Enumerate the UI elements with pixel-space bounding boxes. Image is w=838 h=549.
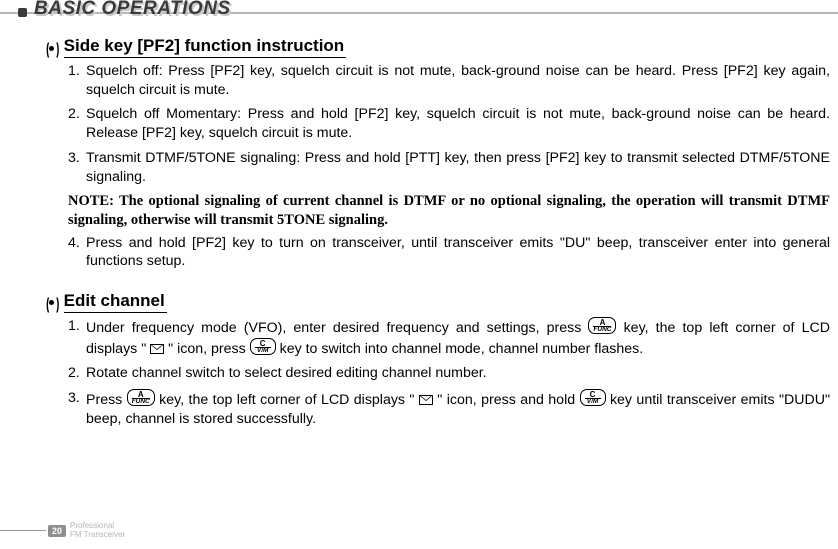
list-item: 4.Press and hold [PF2] key to turn on tr…: [68, 234, 830, 271]
envelope-icon: [419, 395, 433, 405]
section2-list: 1. Under frequency mode (VFO), enter des…: [46, 317, 830, 429]
key-c-vm-icon: CV/M: [580, 389, 606, 406]
page-number: 20: [48, 525, 66, 537]
page-content: (()) Side key [PF2] function instruction…: [0, 24, 838, 429]
envelope-icon: [150, 344, 164, 354]
page-header: BASIC OPERATIONS BASIC OPERATIONS: [0, 2, 838, 24]
item-text-part: key to switch into channel mode, channel…: [276, 341, 644, 357]
key-a-func-icon: AFUNC: [127, 389, 155, 406]
broadcast-icon: (()): [46, 296, 58, 310]
header-title: BASIC OPERATIONS: [34, 0, 231, 20]
section1-note: NOTE: The optional signaling of current …: [46, 192, 830, 229]
item-text: Rotate channel switch to select desired …: [86, 365, 487, 381]
item-text-part: " icon, press: [164, 341, 249, 357]
section1-list-cont: 4.Press and hold [PF2] key to turn on tr…: [46, 234, 830, 271]
item-text-part: Under frequency mode (VFO), enter desire…: [86, 320, 588, 336]
list-item: 1.Squelch off: Press [PF2] key, squelch …: [68, 62, 830, 99]
item-text: Squelch off: Press [PF2] key, squelch ci…: [86, 63, 830, 98]
list-item: 2.Squelch off Momentary: Press and hold …: [68, 105, 830, 142]
item-text: Squelch off Momentary: Press and hold [P…: [86, 106, 830, 141]
header-bullet-icon: [18, 8, 27, 17]
section1-head: (()) Side key [PF2] function instruction: [46, 36, 830, 58]
section1-title: Side key [PF2] function instruction: [64, 36, 347, 58]
footer-text: Professional FM Transceiver: [70, 522, 125, 539]
key-a-func-icon: AFUNC: [588, 317, 616, 334]
list-item: 3.Transmit DTMF/5TONE signaling: Press a…: [68, 149, 830, 186]
page-footer: 20 Professional FM Transceiver: [0, 522, 125, 539]
section1-list: 1.Squelch off: Press [PF2] key, squelch …: [46, 62, 830, 186]
list-item: 3. Press AFUNC key, the top left corner …: [68, 389, 830, 428]
section2-head: (()) Edit channel: [46, 291, 830, 313]
key-c-vm-icon: CV/M: [250, 338, 276, 355]
item-text: Transmit DTMF/5TONE signaling: Press and…: [86, 150, 830, 185]
list-item: 2.Rotate channel switch to select desire…: [68, 364, 830, 383]
item-text: Press and hold [PF2] key to turn on tran…: [86, 235, 830, 270]
footer-line2: FM Transceiver: [70, 531, 125, 539]
footer-rule: [0, 530, 46, 531]
section2-title: Edit channel: [64, 291, 167, 313]
item-text-part: Press: [86, 392, 127, 408]
item-text-part: " icon, press and hold: [433, 392, 580, 408]
broadcast-icon: (()): [46, 41, 58, 55]
item-text-part: key, the top left corner of LCD displays…: [155, 392, 419, 408]
list-item: 1. Under frequency mode (VFO), enter des…: [68, 317, 830, 358]
